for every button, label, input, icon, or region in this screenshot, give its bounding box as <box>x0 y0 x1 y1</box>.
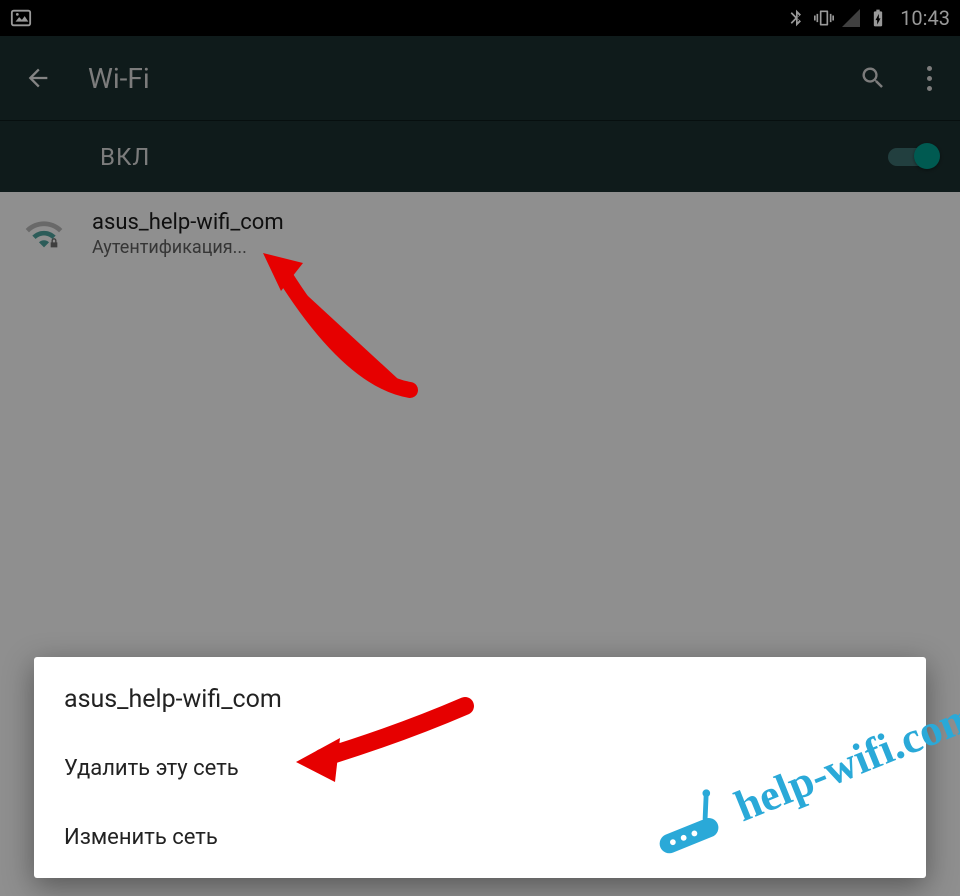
vibrate-icon <box>814 8 834 28</box>
wifi-toggle-row: ВКЛ <box>0 120 960 192</box>
status-left <box>10 7 32 29</box>
battery-icon <box>868 8 888 28</box>
back-arrow-icon[interactable] <box>24 64 52 92</box>
network-context-dialog: asus_help-wifi_com Удалить эту сеть Изме… <box>34 657 926 878</box>
status-right: 10:43 <box>786 6 950 30</box>
app-header: Wi-Fi <box>0 36 960 120</box>
cell-signal-icon <box>842 9 860 27</box>
screenshot-icon <box>10 7 32 29</box>
network-row[interactable]: asus_help-wifi_com Аутентификация... <box>0 192 960 276</box>
bluetooth-icon <box>786 8 806 28</box>
search-icon[interactable] <box>859 64 887 92</box>
status-bar: 10:43 <box>0 0 960 36</box>
dialog-title: asus_help-wifi_com <box>34 657 926 734</box>
clock-text: 10:43 <box>900 6 950 30</box>
page-title: Wi-Fi <box>88 62 859 95</box>
wifi-toggle-switch[interactable] <box>888 148 936 166</box>
network-name: asus_help-wifi_com <box>92 210 284 235</box>
more-menu-icon[interactable] <box>923 62 936 95</box>
wifi-signal-icon <box>24 214 64 254</box>
annotation-arrow-2 <box>290 694 480 798</box>
header-actions <box>859 62 936 95</box>
annotation-arrow-1 <box>255 245 435 409</box>
delete-network-button[interactable]: Удалить эту сеть <box>34 734 926 803</box>
wifi-toggle-label: ВКЛ <box>100 143 150 171</box>
edit-network-button[interactable]: Изменить сеть <box>34 803 926 872</box>
